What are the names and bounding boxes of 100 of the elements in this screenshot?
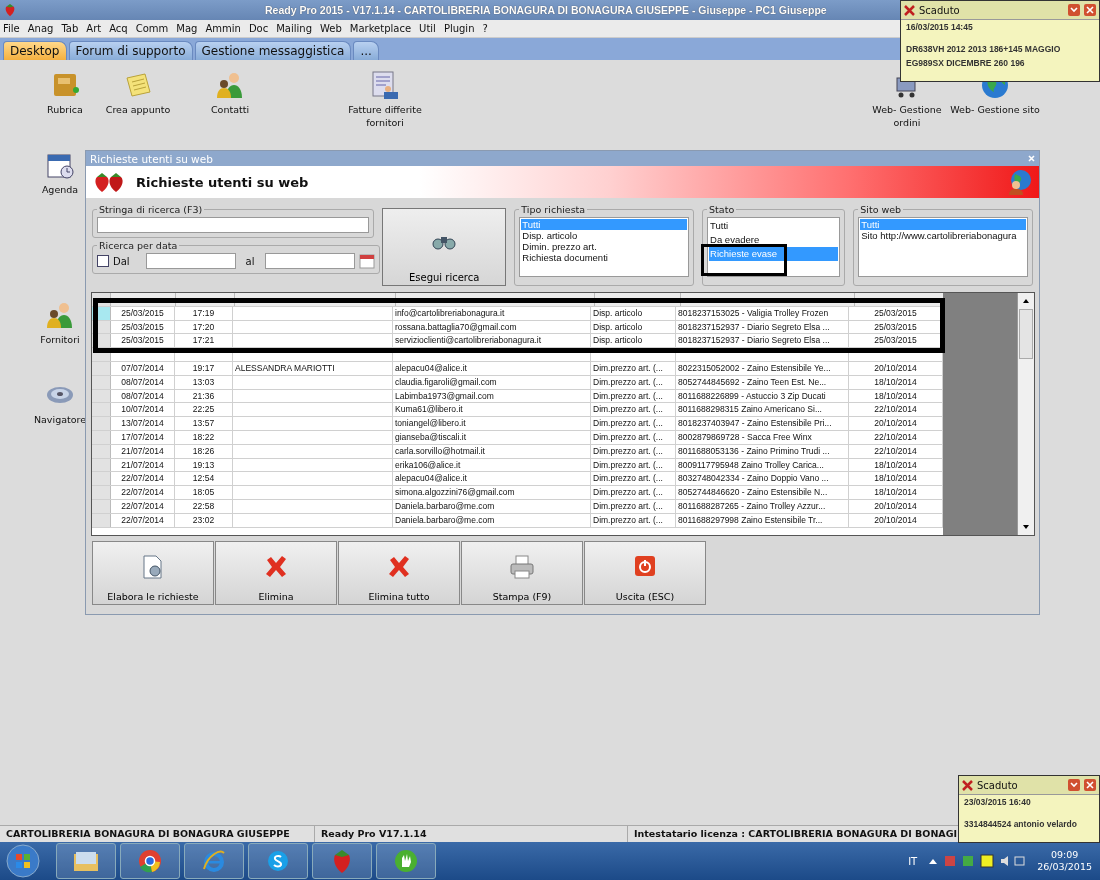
desktop-icon-label[interactable]: Web- Gestione sito: [950, 103, 1040, 116]
taskbar-button[interactable]: [248, 843, 308, 879]
table-cell: 18:22: [192, 431, 215, 442]
desktop-icon-label[interactable]: Contatti: [210, 103, 250, 116]
menu-item[interactable]: Anag: [27, 23, 54, 34]
collapse-button[interactable]: [1068, 4, 1080, 16]
desktop-icon-label[interactable]: Rubrica: [47, 103, 83, 116]
table-cell: 25/03/2015: [874, 321, 917, 332]
menu-item[interactable]: Marketplace: [349, 23, 412, 34]
start-button[interactable]: [6, 844, 40, 878]
menu-item[interactable]: Mag: [176, 23, 198, 34]
tab[interactable]: ...: [353, 41, 379, 60]
tab[interactable]: Gestione messaggistica: [194, 41, 352, 60]
table-cell: 18/10/2014: [874, 459, 917, 470]
clock-time[interactable]: 09:09: [1050, 849, 1079, 861]
collapse-button[interactable]: [1068, 779, 1080, 791]
table-cell: 20/10/2014: [874, 514, 917, 525]
search-button[interactable]: Esegui ricerca: [382, 208, 507, 286]
table-cell: 12:54: [192, 473, 215, 484]
table-cell: toniangel@libero.it: [395, 418, 466, 429]
action-button[interactable]: Elimina: [215, 541, 337, 605]
menu-item[interactable]: Web: [320, 23, 342, 34]
table-cell: erika106@alice.it: [395, 459, 461, 470]
menu-item[interactable]: Art: [86, 23, 102, 34]
menu-item[interactable]: Util: [419, 23, 436, 34]
table-cell: 25/03/2015: [121, 321, 164, 332]
table-cell: 18/10/2014: [874, 487, 917, 498]
table-cell: Dim.prezzo art. (...: [593, 363, 663, 373]
action-button[interactable]: Uscita (ESC): [584, 541, 706, 605]
search-field[interactable]: [97, 217, 369, 233]
table-cell: gianseba@tiscali.it: [395, 431, 466, 442]
desktop-icon-label[interactable]: Crea appunto: [105, 103, 171, 116]
table-cell: 22/07/2014: [121, 500, 164, 511]
table-cell: rossana.battaglia70@gmail.com: [395, 321, 517, 332]
note-icon[interactable]: [123, 70, 153, 100]
taskbar-button[interactable]: [376, 843, 436, 879]
scrollbar[interactable]: [1017, 293, 1034, 535]
globe-person-icon: [1007, 169, 1033, 195]
tab[interactable]: Desktop: [3, 41, 67, 60]
scroll-thumb[interactable]: [1019, 309, 1033, 359]
table-cell: 8011688053136 - Zaino Primino Trudi ...: [678, 445, 830, 456]
list-item[interactable]: Richiesta documenti: [521, 252, 688, 263]
calendar-icon[interactable]: [358, 253, 375, 269]
taskbar-button[interactable]: [56, 843, 116, 879]
checkbox[interactable]: [97, 255, 109, 267]
tray-icons[interactable]: [927, 854, 1028, 868]
table-cell: 8011688287265 - Zaino Trolley Azzur...: [678, 500, 826, 511]
table-cell: 17:20: [192, 321, 215, 332]
menu-item[interactable]: Ammin: [205, 23, 241, 34]
taskbar-button[interactable]: [312, 843, 372, 879]
list-item[interactable]: Sito http://www.cartolibreriabonagura: [860, 230, 1026, 241]
close-button[interactable]: [1084, 4, 1096, 16]
group-label: Tipo richiesta: [520, 204, 587, 215]
list-item[interactable]: Disp. articolo: [521, 230, 688, 241]
menu-item[interactable]: Acq: [109, 23, 128, 34]
desktop-icon-label[interactable]: Navigatore: [33, 413, 87, 426]
table-cell: 07/07/2014: [121, 363, 164, 373]
taskbar-button[interactable]: [120, 843, 180, 879]
table-cell: 8011688297998 Zaino Estensibile Tr...: [678, 514, 823, 525]
table-cell: 22:25: [192, 404, 215, 415]
table-cell: servizioclienti@cartolibreriabonagura.it: [395, 335, 542, 346]
list-item[interactable]: Tutti: [709, 219, 839, 233]
list-item[interactable]: Da evadere: [709, 233, 839, 247]
close-icon[interactable]: [1028, 155, 1035, 162]
language-indicator[interactable]: IT: [908, 855, 918, 867]
desktop-icon-label[interactable]: Fornitori: [40, 333, 80, 346]
desktop-icon-label[interactable]: Agenda: [41, 183, 79, 196]
menu-item[interactable]: ?: [482, 23, 488, 34]
tab[interactable]: Forum di supporto: [68, 41, 193, 60]
people-icon[interactable]: [45, 300, 75, 330]
table-cell: Kuma61@libero.it: [395, 404, 463, 415]
document-people-icon[interactable]: [370, 70, 400, 100]
table-cell: 25/03/2015: [121, 307, 164, 318]
menu-item[interactable]: Tab: [61, 23, 79, 34]
menu-item[interactable]: Plugin: [443, 23, 475, 34]
table-cell: 13:03: [192, 376, 215, 387]
taskbar-button[interactable]: [184, 843, 244, 879]
field-label: al: [245, 255, 255, 267]
table-cell: Daniela.barbaro@me.com: [395, 514, 495, 525]
list-item[interactable]: Dimin. prezzo art.: [521, 241, 688, 252]
action-button[interactable]: Elimina tutto: [338, 541, 460, 605]
date-field[interactable]: [264, 253, 355, 269]
menu-item[interactable]: Doc: [248, 23, 269, 34]
date-field[interactable]: [145, 253, 236, 269]
close-button[interactable]: [1084, 779, 1096, 791]
table-cell: 17:19: [192, 307, 215, 318]
menu-item[interactable]: File: [3, 23, 20, 34]
table-cell: 22/07/2014: [121, 487, 164, 498]
table-cell: 18/10/2014: [874, 473, 917, 484]
table-cell: 20/10/2014: [874, 500, 917, 511]
people-icon[interactable]: [215, 70, 245, 100]
action-button[interactable]: Elabora le richieste: [92, 541, 214, 605]
menu-item[interactable]: Comm: [135, 23, 169, 34]
table-cell: 18/10/2014: [874, 376, 917, 387]
table-cell: 08/07/2014: [121, 376, 164, 387]
action-button[interactable]: Stampa (F9): [461, 541, 583, 605]
clock-date[interactable]: 26/03/2015: [1037, 861, 1092, 873]
menu-item[interactable]: Mailing: [276, 23, 312, 34]
desktop-icon-label[interactable]: Fatture differite fornitori: [340, 103, 430, 129]
table-cell: simona.algozzini76@gmail.com: [395, 487, 515, 498]
